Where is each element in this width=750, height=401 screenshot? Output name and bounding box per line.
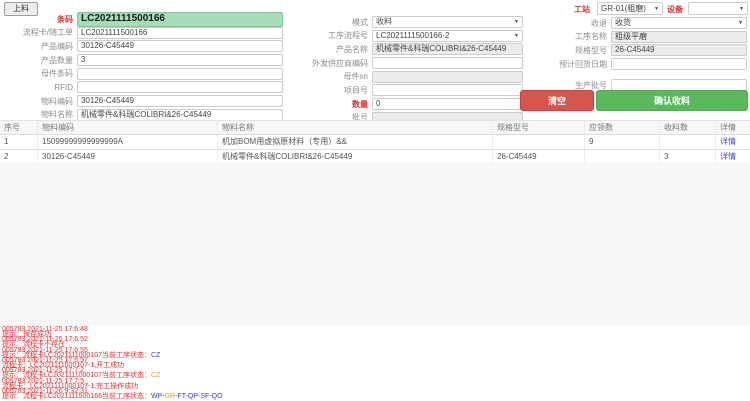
materials-table: 序号物料编码物料名称规格型号应领数收料数详情115099999999999999…	[0, 120, 750, 165]
message-log: 005783 2021-11-25 17:6:48提示：保存成功005783 2…	[2, 327, 748, 399]
detail-cell[interactable]: 详情	[716, 135, 750, 149]
table-cell: 9	[585, 135, 660, 149]
flow-card-field[interactable]: LC2021111500166	[77, 27, 283, 39]
parent-barcode-field[interactable]	[77, 68, 283, 80]
barcode-field-label: 条码	[0, 14, 77, 25]
production-batch-field-label: 生产批号	[545, 80, 611, 91]
process-flow-select-label: 工序流程号	[295, 30, 372, 41]
quantity-field[interactable]: 0	[372, 98, 523, 110]
product-qty-field-label: 产品数量	[0, 55, 77, 66]
product-code-field[interactable]: 30126-C45449	[77, 40, 283, 52]
expected-return-date-field[interactable]	[611, 58, 747, 70]
parent-barcode-field-label: 母件条码	[0, 68, 77, 79]
column-header: 详情	[716, 121, 750, 134]
form-column-left: 条码LC2021111500166流程卡/随工单LC2021111500166产…	[0, 13, 283, 123]
column-header: 序号	[0, 121, 38, 134]
process-flow-select-value: LC2021111500166-2	[376, 31, 449, 41]
device-label: 设备	[667, 4, 683, 15]
chevron-down-icon: ▼	[654, 6, 659, 12]
material-code-field-label: 物料编码	[0, 96, 77, 107]
project-no-field[interactable]	[372, 84, 523, 96]
column-header: 应领数	[585, 121, 660, 134]
operation-name-field-label: 工序名称	[545, 31, 611, 42]
expected-return-date-field-label: 预计回货日期	[545, 59, 611, 70]
material-code-field[interactable]: 30126-C45449	[77, 95, 283, 107]
chevron-down-icon: ▼	[514, 17, 519, 27]
rfid-field-label: RFID	[0, 83, 77, 92]
chevron-down-icon: ▼	[739, 6, 744, 12]
table-cell	[493, 135, 585, 149]
table-cell: 1	[0, 135, 38, 149]
parent-sn-field-label: 母件sn	[295, 71, 372, 82]
project-no-field-label: 项目号	[295, 85, 372, 96]
table-row: 115099999999999999A机加BOM用虚拟原材料（专用）&& 9 详情	[0, 135, 750, 150]
column-header: 物料编码	[38, 121, 218, 134]
column-header: 收料数	[660, 121, 716, 134]
rfid-field[interactable]	[77, 81, 283, 93]
receive-return-select[interactable]: 收货 ▼	[611, 17, 747, 29]
table-cell	[660, 135, 716, 149]
detail-link[interactable]: 详情	[720, 137, 736, 146]
product-qty-field[interactable]: 3	[77, 54, 283, 66]
station-select[interactable]: GR-01(粗磨) ▼	[597, 2, 663, 15]
column-header: 规格型号	[493, 121, 585, 134]
barcode-field[interactable]: LC2021111500166	[77, 12, 283, 27]
form-column-right: 收退收货 ▼ 工序名称粗级平磨规格型号26-C45449预计回货日期生产批号	[545, 17, 747, 93]
table-cell: 机加BOM用虚拟原材料（专用）&&	[218, 135, 493, 149]
product-name-field-label: 产品名称	[295, 44, 372, 55]
process-flow-select[interactable]: LC2021111500166-2 ▼	[372, 30, 523, 42]
device-select[interactable]: ▼	[688, 2, 748, 15]
confirm-receive-button[interactable]: 确认收料	[596, 90, 748, 111]
chevron-down-icon: ▼	[738, 18, 743, 28]
operation-name-field: 粗级平磨	[611, 31, 747, 43]
column-header: 物料名称	[218, 121, 493, 134]
log-line: 提示：流程卡LC2021111500166当前工序状态：WP-GR-FT-QP-…	[2, 394, 748, 399]
material-name-field[interactable]: 机械零件&科瑞COLIBRI&26-C45449	[77, 109, 283, 121]
mode-select-label: 模式	[295, 17, 372, 28]
product-name-field: 机械零件&科瑞COLIBRI&26-C45449	[372, 43, 523, 55]
mode-select-value: 收料	[376, 17, 392, 27]
flow-card-field-label: 流程卡/随工单	[0, 27, 77, 38]
receive-return-select-label: 收退	[545, 18, 611, 29]
table-empty-area	[0, 162, 750, 326]
quantity-field-label: 数量	[295, 99, 372, 110]
mode-select[interactable]: 收料 ▼	[372, 16, 523, 28]
form-column-middle: 模式收料 ▼ 工序流程号 LC2021111500166-2 ▼ 产品名称机械零件&科瑞C…	[295, 16, 523, 126]
table-cell: 15099999999999999A	[38, 135, 218, 149]
spec-model-field-label: 规格型号	[545, 45, 611, 56]
station-label: 工站	[574, 4, 590, 15]
supplier-code-field-label: 外发供应商编码	[295, 58, 372, 69]
parent-sn-field	[372, 71, 523, 83]
supplier-code-field[interactable]	[372, 57, 523, 69]
receive-return-select-value: 收货	[615, 18, 631, 28]
table-header-row: 序号物料编码物料名称规格型号应领数收料数详情	[0, 120, 750, 135]
product-code-field-label: 产品编码	[0, 41, 77, 52]
spec-model-field: 26-C45449	[611, 44, 747, 56]
detail-link[interactable]: 详情	[720, 152, 736, 161]
chevron-down-icon: ▼	[514, 31, 519, 41]
clear-button[interactable]: 清空	[520, 90, 594, 111]
station-select-value: GR-01(粗磨)	[601, 3, 646, 14]
material-name-field-label: 物料名称	[0, 109, 77, 120]
